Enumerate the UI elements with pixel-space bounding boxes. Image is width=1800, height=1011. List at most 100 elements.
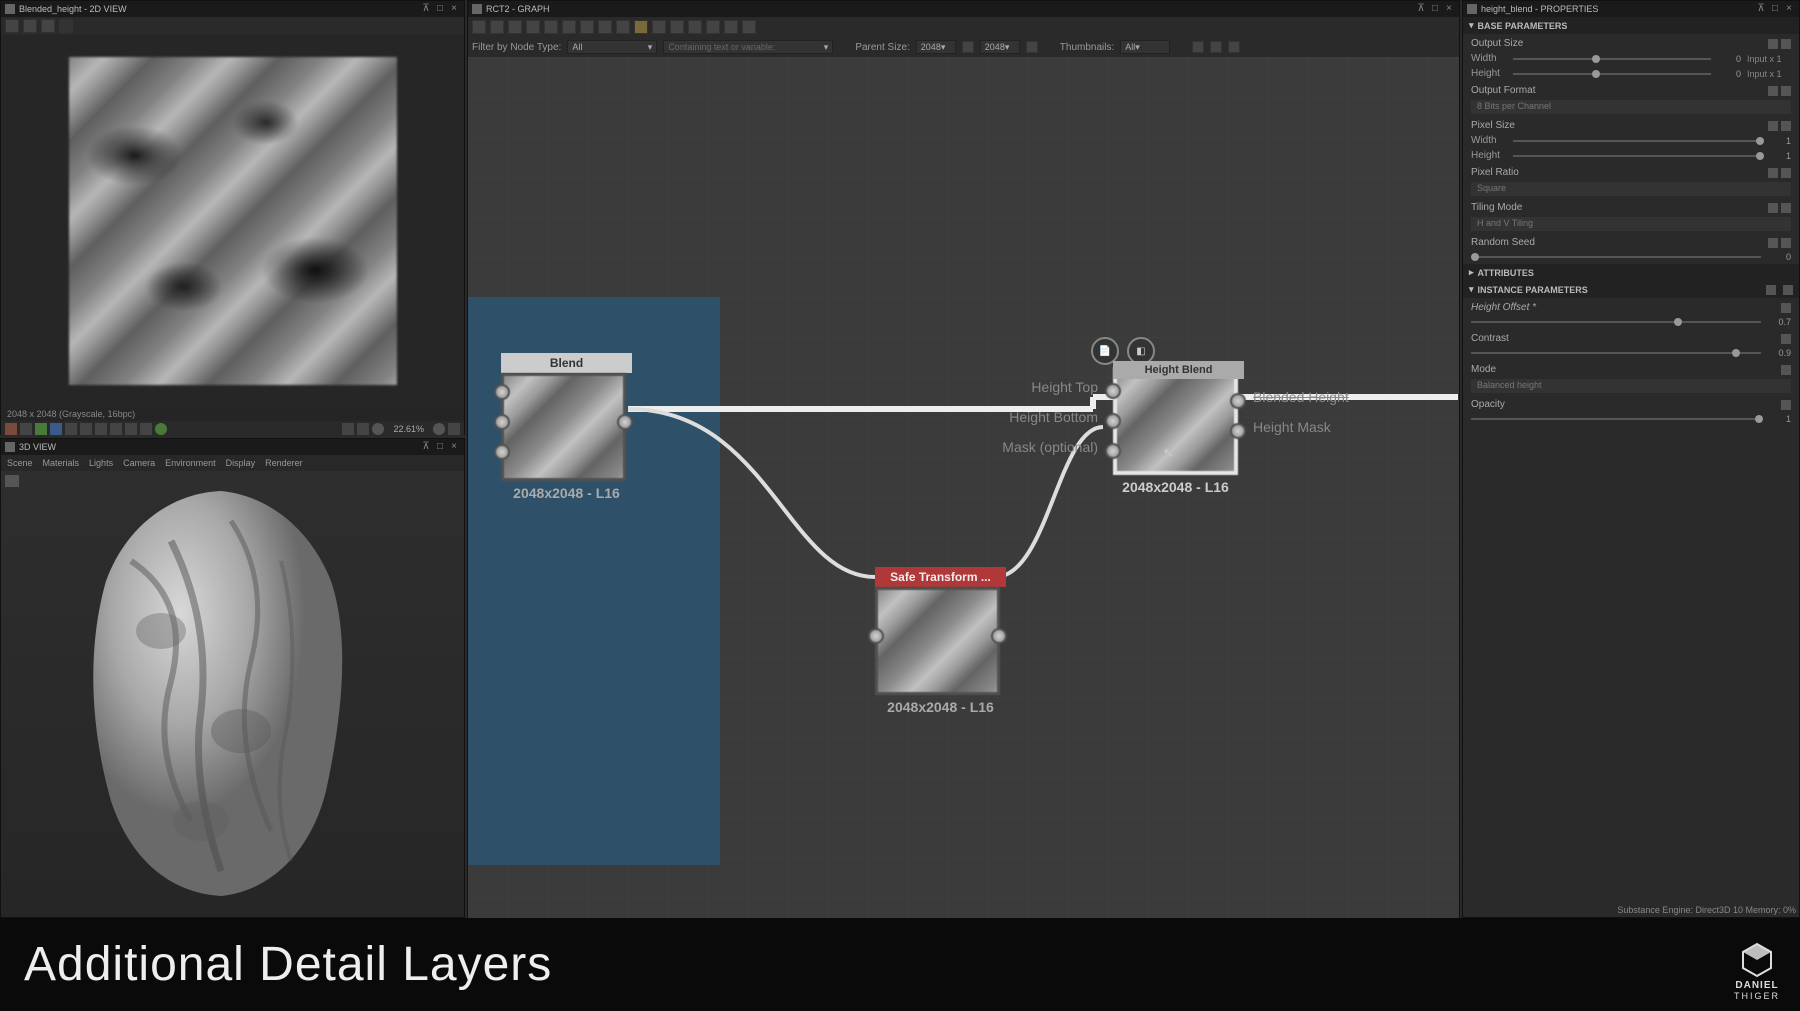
- node-port-out[interactable]: [1230, 423, 1246, 439]
- select-mode[interactable]: Balanced height: [1471, 379, 1791, 393]
- link-icon[interactable]: [1781, 39, 1791, 49]
- parent-select[interactable]: 2048 ▾: [916, 40, 956, 54]
- pin-icon[interactable]: ⊼: [420, 3, 432, 15]
- filter-select[interactable]: All▾: [567, 40, 657, 54]
- node-hb-thumb[interactable]: [1113, 367, 1238, 475]
- thumb-select[interactable]: All ▾: [1120, 40, 1170, 54]
- node-port-in[interactable]: [494, 444, 510, 460]
- tool-icon[interactable]: [724, 20, 738, 34]
- section-attr[interactable]: ▸ ATTRIBUTES: [1463, 264, 1799, 281]
- menu-lights[interactable]: Lights: [89, 458, 113, 468]
- val-random[interactable]: 0: [1767, 252, 1791, 262]
- inherit-icon[interactable]: [1768, 203, 1778, 213]
- link-icon[interactable]: [1781, 400, 1791, 410]
- select-pixelratio[interactable]: Square: [1471, 182, 1791, 196]
- link-icon[interactable]: [1781, 334, 1791, 344]
- tool-icon[interactable]: [544, 20, 558, 34]
- slider-pxheight[interactable]: [1513, 151, 1761, 161]
- menu-scene[interactable]: Scene: [7, 458, 33, 468]
- node-port-out[interactable]: [617, 414, 633, 430]
- slider-hoffset[interactable]: [1471, 317, 1761, 327]
- node-port-in[interactable]: [868, 628, 884, 644]
- inherit-icon[interactable]: [1768, 121, 1778, 131]
- tool-icon[interactable]: [1192, 41, 1204, 53]
- tool-icon[interactable]: [1783, 285, 1793, 295]
- slider-width[interactable]: [1513, 54, 1711, 64]
- contain-input[interactable]: Containing text or variable:▾: [663, 40, 833, 54]
- inherit-icon[interactable]: [1768, 168, 1778, 178]
- node-port-out[interactable]: [991, 628, 1007, 644]
- channel-b-icon[interactable]: [50, 423, 62, 435]
- node-blend[interactable]: Blend 2048x2048 - L16: [501, 353, 632, 501]
- panel-graph-titlebar[interactable]: RCT2 - GRAPH ⊼ □ ×: [468, 1, 1459, 17]
- tool-icon[interactable]: [580, 20, 594, 34]
- val-contrast[interactable]: 0.9: [1767, 348, 1791, 358]
- node-port-out[interactable]: [1230, 393, 1246, 409]
- menu-materials[interactable]: Materials: [43, 458, 80, 468]
- copy-icon[interactable]: [41, 19, 55, 33]
- link-icon[interactable]: [1781, 86, 1791, 96]
- link-icon[interactable]: [1781, 121, 1791, 131]
- dot-icon[interactable]: [433, 423, 445, 435]
- tool-icon[interactable]: [1766, 285, 1776, 295]
- tool-icon[interactable]: [598, 20, 612, 34]
- tool-icon[interactable]: [1210, 41, 1222, 53]
- val-pxwidth[interactable]: 1: [1767, 136, 1791, 146]
- maximize-icon[interactable]: □: [1429, 3, 1441, 15]
- pin-icon[interactable]: ⊼: [420, 441, 432, 453]
- pin-icon[interactable]: ⊼: [1755, 3, 1767, 15]
- tool-icon[interactable]: [110, 423, 122, 435]
- node-port-in[interactable]: [1105, 443, 1121, 459]
- menu-environment[interactable]: Environment: [165, 458, 216, 468]
- tool-icon[interactable]: [562, 20, 576, 34]
- val-width[interactable]: 0: [1717, 54, 1741, 64]
- link-icon[interactable]: [1781, 365, 1791, 375]
- slider-random[interactable]: [1471, 252, 1761, 262]
- slider-height[interactable]: [1513, 69, 1711, 79]
- node-safetransform[interactable]: Safe Transform ... 2048x2048 - L16: [875, 567, 1006, 715]
- node-heightblend[interactable]: 📄 ◧ Height Blend 2048x2048 - L16 Height …: [1113, 367, 1238, 495]
- mul-height[interactable]: Input x 1: [1747, 69, 1791, 79]
- link-icon[interactable]: [1781, 203, 1791, 213]
- val-pxheight[interactable]: 1: [1767, 151, 1791, 161]
- tool-icon[interactable]: [670, 20, 684, 34]
- tool-icon[interactable]: [688, 20, 702, 34]
- menu-renderer[interactable]: Renderer: [265, 458, 303, 468]
- link-icon[interactable]: [1781, 168, 1791, 178]
- lock-icon[interactable]: [448, 423, 460, 435]
- link-icon[interactable]: [1781, 303, 1791, 313]
- mul-width[interactable]: Input x 1: [1747, 54, 1791, 64]
- slider-pxwidth[interactable]: [1513, 136, 1761, 146]
- close-icon[interactable]: ×: [448, 3, 460, 15]
- slider-opacity[interactable]: [1471, 414, 1761, 424]
- tool-icon[interactable]: [342, 423, 354, 435]
- close-icon[interactable]: ×: [1783, 3, 1795, 15]
- node-blend-thumb[interactable]: [501, 373, 626, 481]
- close-icon[interactable]: ×: [448, 441, 460, 453]
- panel-3d-titlebar[interactable]: 3D VIEW ⊼ □ ×: [1, 439, 464, 455]
- canvas-2d[interactable]: [1, 35, 464, 407]
- val-hoffset[interactable]: 0.7: [1767, 317, 1791, 327]
- maximize-icon[interactable]: □: [1769, 3, 1781, 15]
- tool-icon[interactable]: [95, 423, 107, 435]
- node-port-in[interactable]: [1105, 383, 1121, 399]
- maximize-icon[interactable]: □: [434, 3, 446, 15]
- val-height[interactable]: 0: [1717, 69, 1741, 79]
- channel-g-icon[interactable]: [35, 423, 47, 435]
- status-dot-icon[interactable]: [155, 423, 167, 435]
- tool-icon[interactable]: [526, 20, 540, 34]
- lock-icon[interactable]: [1026, 41, 1038, 53]
- tool-icon[interactable]: [634, 20, 648, 34]
- inherit-icon[interactable]: [1768, 39, 1778, 49]
- section-inst[interactable]: ▾ INSTANCE PARAMETERS: [1463, 281, 1799, 298]
- camera-icon[interactable]: [5, 475, 19, 487]
- select-outputformat[interactable]: 8 Bits per Channel: [1471, 100, 1791, 114]
- section-base[interactable]: ▾ BASE PARAMETERS: [1463, 17, 1799, 34]
- link-icon[interactable]: [1781, 238, 1791, 248]
- pin-icon[interactable]: ⊼: [1415, 3, 1427, 15]
- tool-icon[interactable]: [20, 423, 32, 435]
- tool-icon[interactable]: [140, 423, 152, 435]
- node-port-in[interactable]: [494, 414, 510, 430]
- node-port-in[interactable]: [1105, 413, 1121, 429]
- tool-icon[interactable]: [706, 20, 720, 34]
